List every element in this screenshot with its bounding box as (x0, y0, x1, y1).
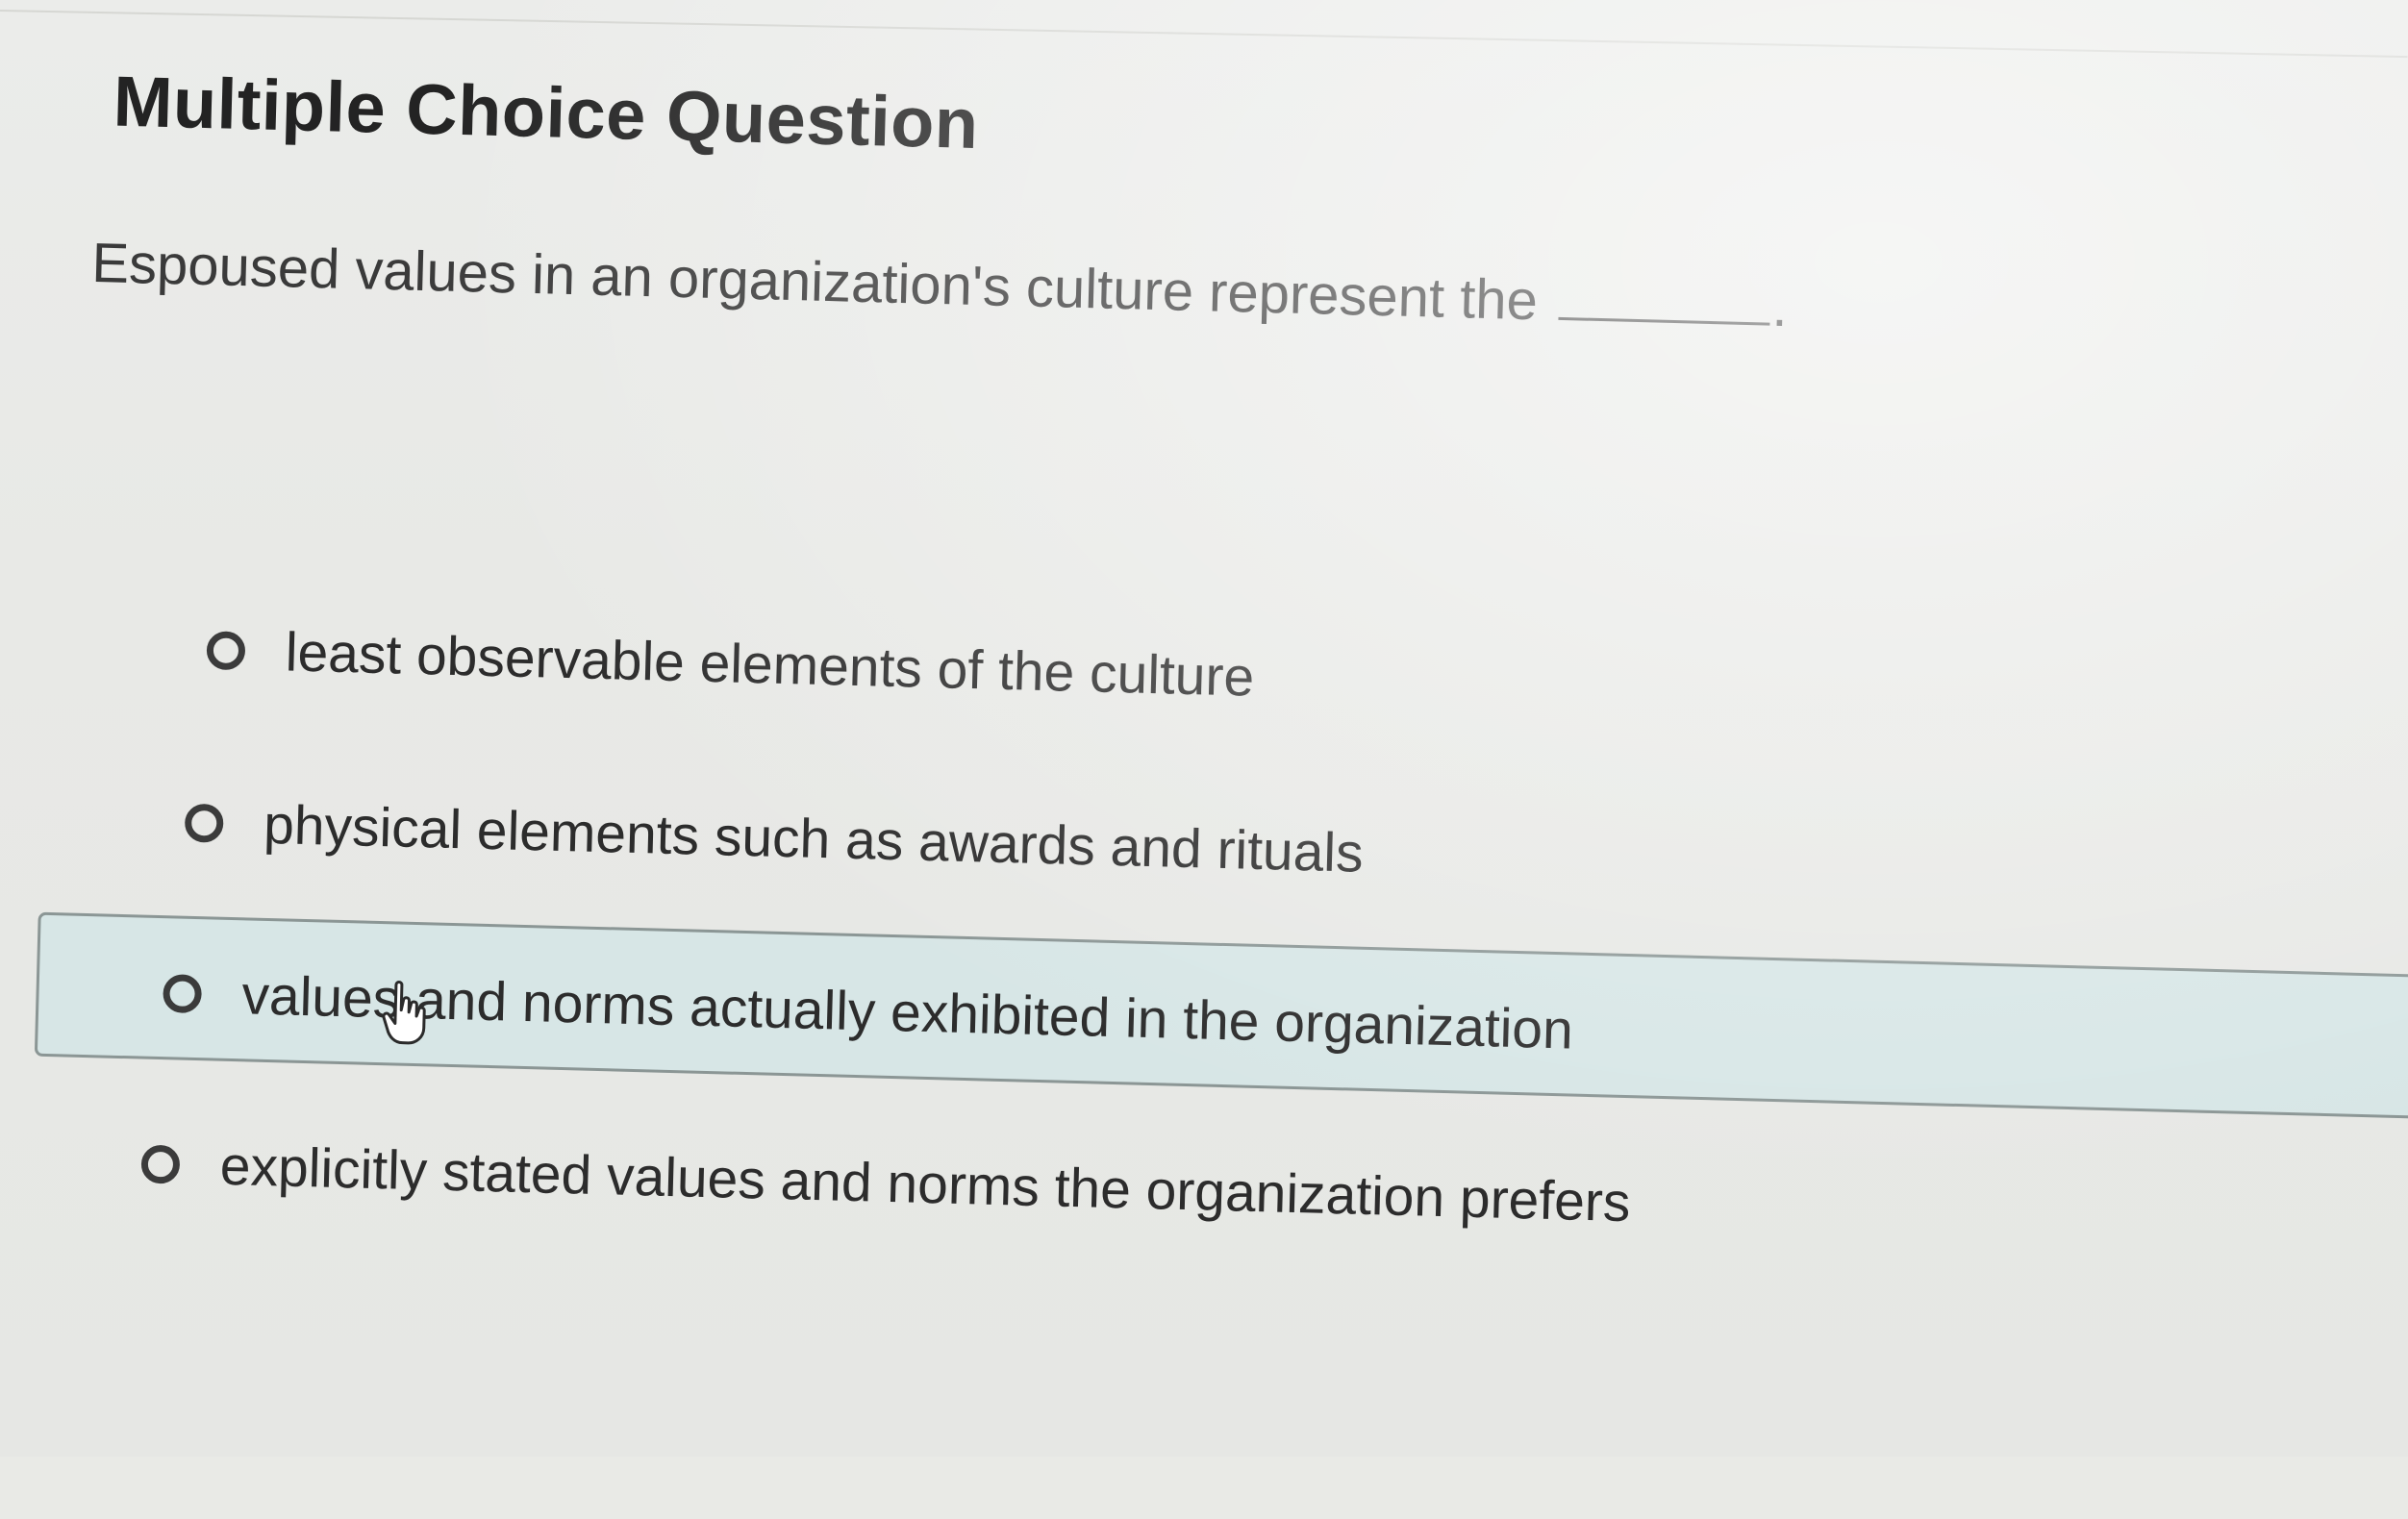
radio-button-icon[interactable] (184, 803, 224, 843)
answer-option-4[interactable]: explicitly stated values and norms the o… (140, 1133, 1631, 1235)
radio-button-icon[interactable] (206, 631, 246, 671)
answer-option-label: explicitly stated values and norms the o… (219, 1134, 1632, 1234)
radio-button-icon[interactable] (163, 974, 203, 1014)
hand-pointer-icon (382, 981, 426, 1045)
answer-option-2[interactable]: physical elements such as awards and rit… (184, 791, 1364, 885)
answer-options: least observable elements of the culture… (0, 0, 2408, 1516)
answer-option-label: physical elements such as awards and rit… (263, 793, 1365, 884)
answer-option-1[interactable]: least observable elements of the culture (206, 618, 1255, 709)
answer-option-label: least observable elements of the culture (285, 621, 1255, 709)
radio-button-icon[interactable] (140, 1144, 181, 1184)
question-card: Multiple Choice Question Espoused values… (0, 0, 2408, 1516)
